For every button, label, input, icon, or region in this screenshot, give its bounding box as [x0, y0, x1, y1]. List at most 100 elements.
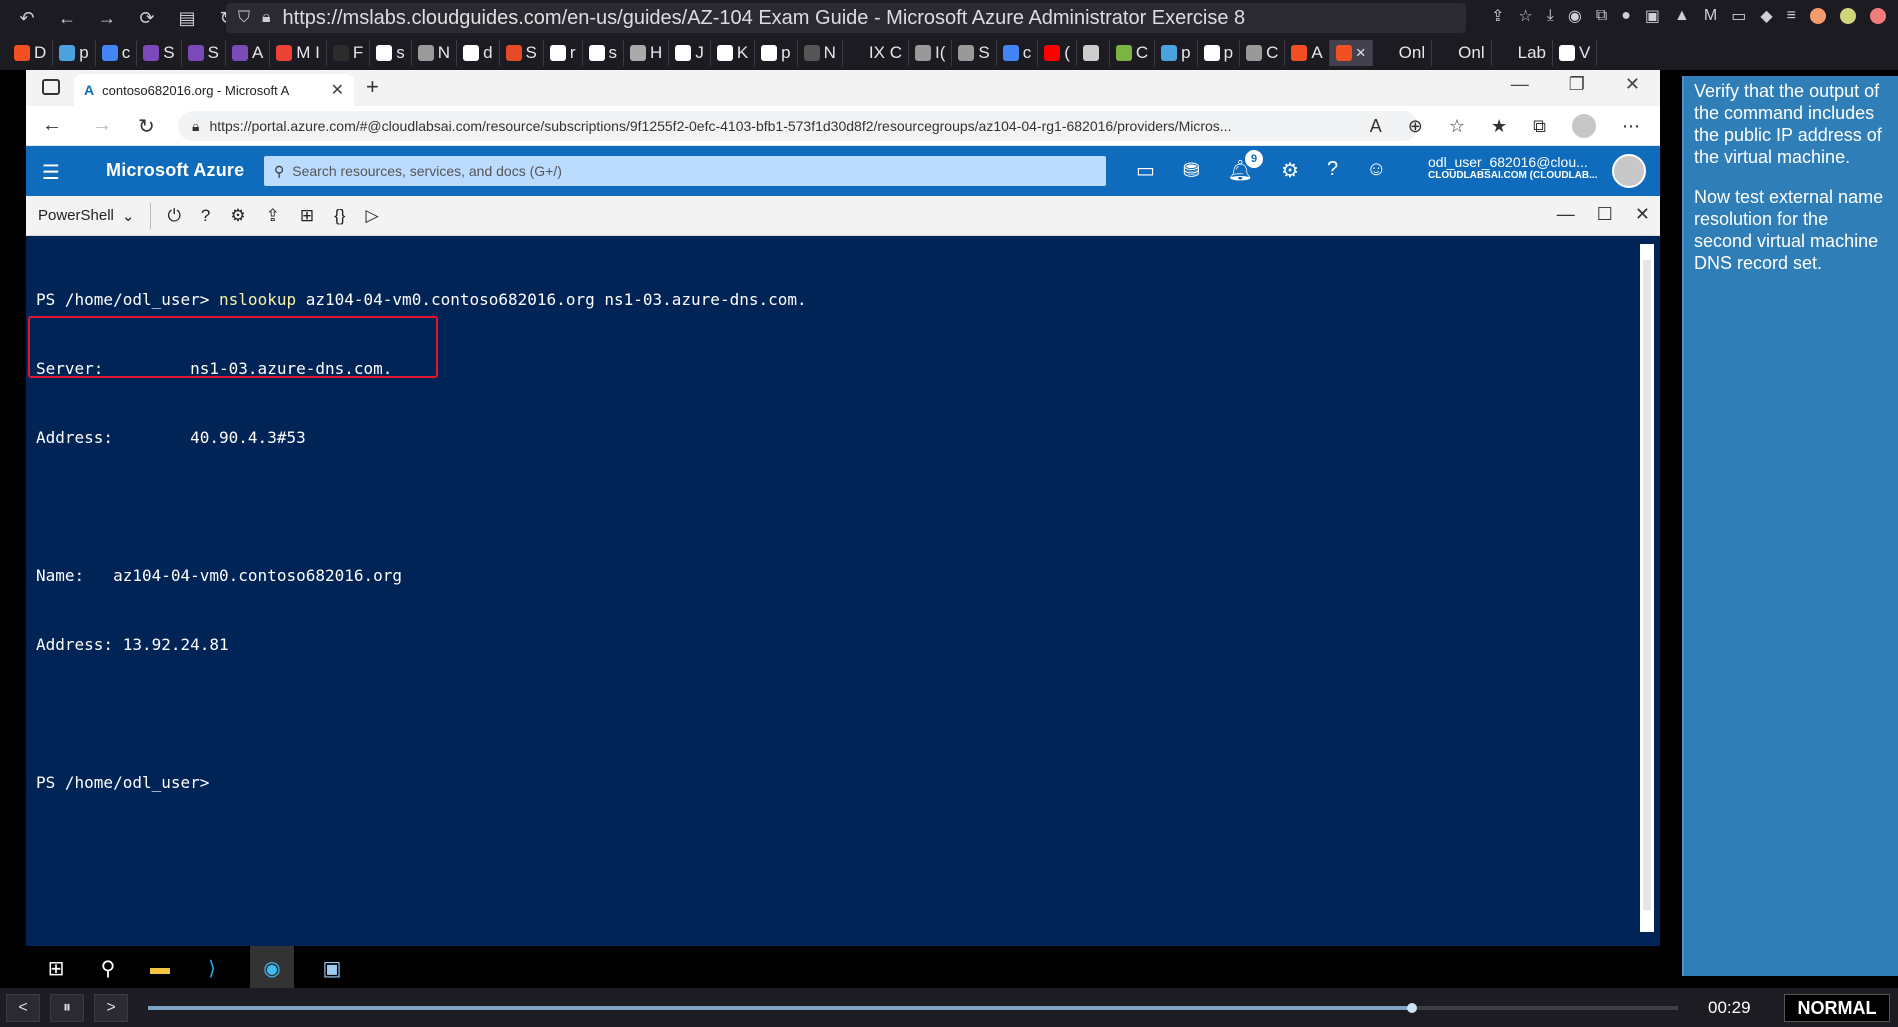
extension-icon[interactable]: ◉	[1568, 6, 1582, 26]
help-icon[interactable]: ?	[1327, 158, 1338, 183]
tab-item[interactable]: S	[137, 40, 182, 66]
azure-brand[interactable]: Microsoft Azure	[106, 160, 244, 181]
new-session-icon[interactable]: ⊞	[300, 206, 314, 226]
star-icon[interactable]: ☆	[1518, 6, 1532, 26]
pause-button[interactable]: ⏸	[50, 993, 84, 1022]
windows-start-icon[interactable]: ⊞	[42, 954, 70, 982]
read-aloud-icon[interactable]: A	[1370, 116, 1382, 137]
outer-url-bar[interactable]: ⛉ 🔒︎ https://mslabs.cloudguides.com/en-u…	[226, 3, 1466, 33]
tab-item[interactable]: H	[624, 40, 670, 66]
close-tab-icon[interactable]: ✕	[331, 80, 344, 100]
tab-item[interactable]: c	[96, 40, 138, 66]
extension-icon[interactable]: M	[1704, 7, 1717, 25]
menu-icon[interactable]: ≡	[1787, 7, 1796, 25]
extension-icon[interactable]: ▭	[1731, 6, 1746, 26]
extension-icon[interactable]: ▣	[1645, 6, 1660, 26]
tab-item[interactable]: Lab	[1492, 40, 1553, 66]
minimize-icon[interactable]: —	[1511, 74, 1529, 95]
collections-icon[interactable]: ⧉	[1533, 116, 1546, 137]
back-icon[interactable]: ←	[56, 8, 78, 29]
settings-icon[interactable]: ⚙	[1281, 158, 1299, 183]
extension-icon[interactable]: ◆	[1760, 6, 1772, 26]
notifications-icon[interactable]: 🔔︎ 9	[1228, 150, 1264, 183]
reader-icon[interactable]: ▤	[176, 8, 198, 29]
tab-item[interactable]: d	[457, 40, 500, 66]
favorite-icon[interactable]: ☆	[1449, 116, 1465, 137]
tab-item[interactable]: s	[583, 40, 625, 66]
minimize-icon[interactable]: —	[1557, 204, 1575, 225]
tab-item[interactable]: K	[711, 40, 756, 66]
tab-item[interactable]: p	[53, 40, 96, 66]
close-icon[interactable]: ✕	[1625, 74, 1640, 95]
tab-item[interactable]: S	[182, 40, 226, 66]
undo-icon[interactable]: ↶	[16, 8, 38, 29]
share-icon[interactable]: ⇪	[1491, 6, 1504, 26]
restore-icon[interactable]: ❐	[1569, 74, 1585, 95]
web-preview-icon[interactable]: ▷	[365, 206, 378, 226]
restart-icon[interactable]: ⏻	[167, 206, 180, 226]
tab-item[interactable]: I(	[909, 40, 953, 66]
back-icon[interactable]: ←	[42, 114, 62, 137]
cloud-shell-icon[interactable]: ▭	[1136, 158, 1155, 183]
tab-item[interactable]: S	[500, 40, 544, 66]
maximize-dot[interactable]	[1840, 8, 1856, 24]
tab-item[interactable]: A	[226, 40, 271, 66]
tab-item[interactable]: Onl	[1373, 40, 1433, 66]
shell-type-select[interactable]: PowerShell ⌄	[38, 202, 152, 229]
minimize-dot[interactable]	[1810, 8, 1826, 24]
extension-icon[interactable]: ▲	[1674, 7, 1690, 25]
editor-icon[interactable]: {}	[334, 206, 345, 226]
file-explorer-icon[interactable]: ▬	[146, 954, 174, 982]
progress-knob[interactable]	[1406, 1003, 1417, 1013]
search-input[interactable]	[292, 163, 1073, 179]
previous-button[interactable]: <	[6, 993, 40, 1022]
tab-item[interactable]: V	[1553, 40, 1598, 66]
tab-item[interactable]: N	[798, 40, 843, 66]
tab-item[interactable]: F	[327, 40, 371, 66]
forward-icon[interactable]: →	[92, 114, 112, 137]
forward-icon[interactable]: →	[96, 8, 118, 29]
maximize-icon[interactable]: ☐	[1597, 204, 1613, 225]
reload-icon[interactable]: ⟳	[136, 8, 158, 29]
tab-item[interactable]: C	[1240, 40, 1286, 66]
account-menu[interactable]: odl_user_682016@clou... CLOUDLABSAI.COM …	[1428, 154, 1597, 181]
tab-item[interactable]: A	[1285, 40, 1330, 66]
server-manager-icon[interactable]: ▣	[318, 954, 346, 982]
terminal[interactable]: PS /home/odl_user> nslookup az104-04-vm0…	[26, 236, 1660, 946]
zoom-icon[interactable]: ⊕	[1408, 116, 1423, 137]
avatar[interactable]	[1612, 154, 1646, 188]
tab-item[interactable]: J	[669, 40, 711, 66]
tab-item[interactable]: Onl	[1432, 40, 1492, 66]
directory-filter-icon[interactable]: ⛃	[1183, 158, 1200, 183]
profile-icon[interactable]	[1572, 114, 1596, 138]
tab-item[interactable]: r	[544, 40, 583, 66]
terminal-scrollbar[interactable]	[1640, 244, 1654, 932]
tab-item[interactable]: C	[1110, 40, 1156, 66]
progress-bar[interactable]	[148, 1003, 1678, 1013]
hamburger-icon[interactable]: ☰	[42, 160, 60, 185]
profile-icon[interactable]: ●	[1621, 7, 1631, 25]
help-icon[interactable]: ?	[201, 206, 210, 226]
more-icon[interactable]: ⋯	[1622, 116, 1640, 137]
close-icon[interactable]: ✕	[1635, 204, 1650, 225]
edge-tab-active[interactable]: A contoso682016.org - Microsoft A ✕	[74, 74, 354, 106]
edge-url-field[interactable]: 🔒︎ https://portal.azure.com/#@cloudlabsa…	[178, 111, 1418, 141]
tab-item[interactable]: ×	[1329, 40, 1373, 66]
favorites-list-icon[interactable]: ★	[1491, 116, 1507, 137]
next-button[interactable]: >	[94, 993, 128, 1022]
close-dot[interactable]	[1870, 8, 1886, 24]
tab-item[interactable]: p	[1155, 40, 1198, 66]
settings-icon[interactable]: ⚙	[230, 206, 245, 226]
tab-actions-icon[interactable]	[42, 79, 60, 95]
scrollbar-thumb[interactable]	[1643, 260, 1651, 910]
azure-search[interactable]: ⚲	[264, 156, 1106, 186]
refresh-icon[interactable]: ↻	[138, 114, 155, 139]
tab-item[interactable]: D	[8, 40, 54, 66]
tab-item[interactable]: N	[412, 40, 458, 66]
tab-item[interactable]: S	[952, 40, 997, 66]
edge-icon[interactable]: ◉	[250, 946, 294, 990]
upload-icon[interactable]: ⇪	[266, 206, 280, 226]
tab-item[interactable]	[1077, 40, 1110, 66]
tab-item[interactable]: IX C	[843, 40, 909, 66]
puzzle-icon[interactable]: ⧉	[1596, 7, 1607, 25]
